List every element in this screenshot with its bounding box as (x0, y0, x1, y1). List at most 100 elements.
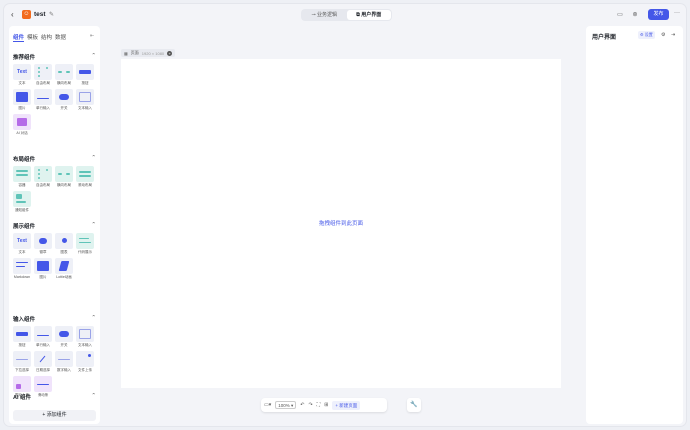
collapse-panel-icon[interactable]: ⇤ (90, 33, 94, 39)
section-header[interactable]: 展示组件 ⌃ (13, 222, 96, 230)
component-textarea[interactable]: 文本输入 (76, 326, 94, 348)
page-label[interactable]: ▦ 页面 1920 × 1080 + (121, 49, 176, 57)
input-icon (34, 326, 52, 342)
component-badge[interactable]: 徽章 (34, 233, 52, 255)
component-label: 下拉选择 (15, 368, 29, 372)
component-file[interactable]: 文件上传 (76, 351, 94, 373)
component-scroll[interactable]: 滚动布局 (76, 166, 94, 188)
component-input[interactable]: 单行输入 (34, 326, 52, 348)
back-icon[interactable]: ‹ (11, 10, 19, 20)
component-text[interactable]: Text 文本 (13, 64, 31, 86)
component-number[interactable]: 数字输入 (55, 351, 73, 373)
component-markdown[interactable]: Markdown (13, 258, 31, 280)
tab-data[interactable]: 数据 (55, 33, 66, 42)
component-notify[interactable]: 通知组件 (13, 191, 31, 213)
tab-user-interface[interactable]: ⧉ 用户界面 (346, 10, 391, 20)
markdown-icon (13, 258, 31, 274)
thumb-mark (16, 201, 26, 203)
component-hlayout[interactable]: 横向布局 (55, 64, 73, 86)
component-label: 自由布局 (36, 81, 50, 85)
section-header[interactable]: AI 组件 ⌃ (13, 393, 96, 401)
section-header[interactable]: 输入组件 ⌃ (13, 315, 96, 323)
add-component-button[interactable]: + 添加组件 (13, 410, 96, 421)
component-lottie[interactable]: Lottie动画 (55, 258, 73, 280)
grid-icon[interactable]: ⊞ (324, 402, 328, 408)
chevron-up-icon[interactable]: ⌃ (91, 222, 96, 230)
gear-icon[interactable]: ⚙ (661, 32, 665, 38)
thumb-mark (16, 170, 28, 172)
help-icon[interactable]: ⊚ (631, 11, 639, 19)
component-image[interactable]: 图片 (13, 89, 31, 111)
thumb-mark (38, 169, 40, 171)
component-button[interactable]: 按钮 (13, 326, 31, 348)
zoom-select[interactable]: 100% ▾ (275, 401, 297, 409)
hlayout-icon (55, 64, 73, 80)
thumb-mark (16, 266, 25, 267)
section-0: 推荐组件 ⌃ Text 文本 自由布局 横向布局 按钮图片 单行输入 开关 文本输入 AI 对话 (13, 53, 96, 136)
undo-icon[interactable]: ↶ (300, 402, 304, 408)
component-label: Markdown (13, 275, 31, 279)
edit-icon[interactable]: ✎ (49, 11, 54, 18)
thumb-mark (79, 329, 91, 339)
component-label: 数字输入 (57, 368, 71, 372)
component-input[interactable]: 单行输入 (34, 89, 52, 111)
monitor-icon[interactable]: ▭ (616, 11, 624, 19)
image-icon (13, 89, 31, 105)
settings-badge[interactable]: ⚙ 设置 (638, 31, 655, 39)
component-label: 图片 (39, 275, 47, 279)
component-button[interactable]: 按钮 (76, 64, 94, 86)
new-page-button[interactable]: + 新建页面 (332, 400, 361, 410)
tab-templates[interactable]: 模板 (27, 33, 38, 42)
app-logo: ☺ (22, 10, 31, 19)
section-header[interactable]: 布局组件 ⌃ (13, 155, 96, 163)
component-label: 单行输入 (36, 106, 50, 110)
tab-structure[interactable]: 结构 (41, 33, 52, 42)
component-label: 文本 (18, 81, 26, 85)
chevron-up-icon[interactable]: ⌃ (91, 53, 96, 61)
component-code[interactable]: 代码展示 (76, 233, 94, 255)
canvas-toolbar: ▭▾ 100% ▾ ↶ ↷ ⛶ ⊞ + 新建页面 (261, 398, 387, 412)
publish-button[interactable]: 发布 (648, 9, 669, 20)
tab-business-logic[interactable]: ⊸ 业务逻辑 (302, 10, 347, 20)
fit-icon[interactable]: ⛶ (317, 402, 321, 408)
app-window: ‹ ☺ test ✎ ⊸ 业务逻辑 ⧉ 用户界面 ▭ ⊚ 发布 ··· 组件 模… (4, 4, 686, 426)
component-select[interactable]: 下拉选择 (13, 351, 31, 373)
component-image[interactable]: 图片 (34, 258, 52, 280)
component-ai[interactable]: AI 对话 (13, 114, 31, 136)
component-label: 文本输入 (78, 343, 92, 347)
section-title: 推荐组件 (13, 55, 36, 61)
thumb-mark (58, 173, 62, 175)
section-header[interactable]: 推荐组件 ⌃ (13, 53, 96, 61)
tab-user-interface-label: 用户界面 (361, 12, 382, 18)
add-page-icon[interactable]: + (167, 50, 173, 56)
zoom-value: 100% (278, 403, 290, 408)
section-title: 布局组件 (13, 157, 36, 163)
settings-badge-label: 设置 (644, 32, 653, 37)
component-freelayout[interactable]: 自由布局 (34, 64, 52, 86)
design-canvas[interactable]: 拖拽组件到此页面 (121, 59, 561, 388)
device-icon[interactable]: ▭▾ (264, 402, 271, 408)
thumb-mark (38, 173, 40, 175)
thumb-mark (16, 262, 28, 263)
component-switch[interactable]: 开关 (55, 89, 73, 111)
expand-icon[interactable]: ⇥ (671, 32, 675, 38)
more-icon[interactable]: ··· (674, 10, 680, 16)
tab-components[interactable]: 组件 (13, 33, 25, 42)
ai-icon (13, 114, 31, 130)
thumb-mark (16, 174, 28, 176)
component-container[interactable]: 容器 (13, 166, 31, 188)
component-hlayout[interactable]: 横向布局 (55, 166, 73, 188)
component-textarea[interactable]: 文本输入 (76, 89, 94, 111)
section-title: AI 组件 (13, 395, 32, 401)
component-switch[interactable]: 开关 (55, 326, 73, 348)
component-chart[interactable]: 图表 (55, 233, 73, 255)
chevron-up-icon[interactable]: ⌃ (91, 393, 96, 401)
component-date[interactable]: 日期选择 (34, 351, 52, 373)
component-freelayout[interactable]: 自由布局 (34, 166, 52, 188)
redo-icon[interactable]: ↷ (308, 402, 312, 408)
chevron-up-icon[interactable]: ⌃ (91, 315, 96, 323)
component-text[interactable]: Text 文本 (13, 233, 31, 255)
wrench-icon[interactable]: 🔧 (407, 398, 421, 412)
chevron-up-icon[interactable]: ⌃ (91, 155, 96, 163)
tab-business-logic-label: 业务逻辑 (317, 12, 338, 18)
